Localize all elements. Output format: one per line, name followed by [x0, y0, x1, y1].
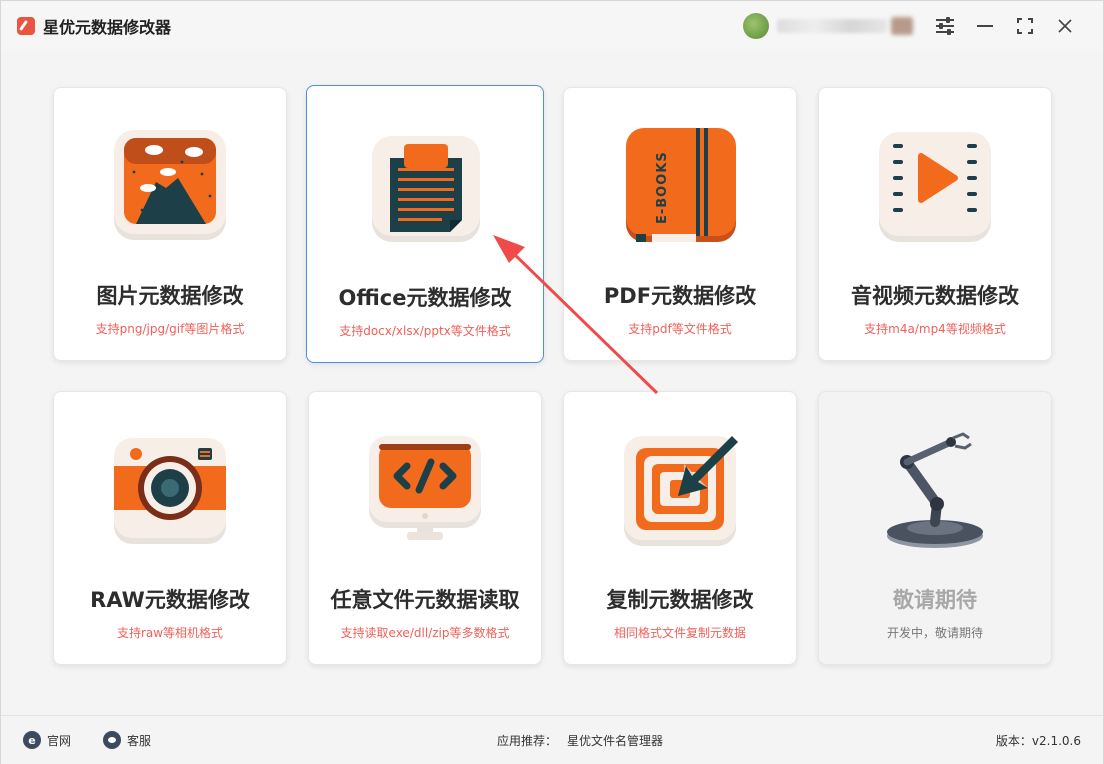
card-title: 敬请期待	[893, 588, 977, 612]
recommend-app-link[interactable]: 星优文件名管理器	[567, 732, 663, 749]
settings-button[interactable]	[925, 6, 965, 46]
camera-icon	[114, 438, 226, 544]
ebook-cover-text: E-BOOKS	[655, 151, 670, 224]
version-label: 版本：v2.1.0.6	[995, 733, 1081, 748]
card-subtitle: 相同格式文件复制元数据	[613, 626, 746, 640]
support-label: 客服	[127, 733, 152, 748]
card-subtitle: 开发中，敬请期待	[886, 626, 983, 640]
robot-arm-icon	[887, 432, 983, 548]
app-window: 星优元数据修改器 图片元数据修改 支持png/jpg/gif等图片格式 Offi…	[0, 0, 1104, 764]
card-office-metadata[interactable]: Office元数据修改 支持docx/xlsx/pptx等文件格式	[306, 85, 544, 363]
picture-icon	[114, 130, 226, 240]
card-subtitle: 支持docx/xlsx/pptx等文件格式	[339, 324, 511, 338]
card-copy-metadata[interactable]: 复制元数据修改 相同格式文件复制元数据	[563, 391, 797, 665]
card-subtitle: 支持raw等相机格式	[116, 626, 224, 640]
card-title: 任意文件元数据读取	[330, 588, 520, 612]
document-clipboard-icon	[372, 136, 480, 242]
card-image-metadata[interactable]: 图片元数据修改 支持png/jpg/gif等图片格式	[53, 87, 287, 361]
close-icon	[1058, 19, 1072, 33]
code-monitor-icon	[369, 436, 481, 540]
card-raw-metadata[interactable]: RAW元数据修改 支持raw等相机格式	[53, 391, 287, 665]
card-coming-soon: 敬请期待 开发中，敬请期待	[818, 391, 1052, 665]
card-title: 复制元数据修改	[606, 588, 754, 612]
close-button[interactable]	[1045, 6, 1085, 46]
card-title: RAW元数据修改	[90, 588, 250, 612]
title-bar-controls	[743, 1, 1085, 51]
card-subtitle: 支持pdf等文件格式	[628, 322, 732, 336]
card-title: Office元数据修改	[338, 286, 512, 310]
video-play-icon	[879, 132, 991, 242]
card-subtitle: 支持m4a/mp4等视频格式	[864, 322, 1006, 336]
copy-target-icon	[624, 436, 738, 546]
card-subtitle: 支持png/jpg/gif等图片格式	[95, 322, 245, 336]
title-bar: 星优元数据修改器	[1, 1, 1103, 51]
ebook-icon: E-BOOKS	[626, 128, 736, 242]
maximize-icon	[1017, 18, 1033, 34]
minimize-icon	[977, 25, 993, 27]
user-avatar[interactable]	[743, 13, 769, 39]
app-title: 星优元数据修改器	[43, 18, 172, 37]
maximize-button[interactable]	[1005, 6, 1045, 46]
card-subtitle: 支持读取exe/dll/zip等多数格式	[340, 626, 510, 640]
website-label: 官网	[47, 733, 72, 748]
support-link[interactable]: 客服	[103, 730, 151, 750]
chat-bubble-icon	[103, 731, 121, 749]
footer-bar: e 官网 客服 应用推荐： 星优文件名管理器 版本：v2.1.0.6	[1, 715, 1103, 764]
ie-globe-icon: e	[23, 731, 41, 749]
user-badge-blurred	[891, 17, 913, 35]
username-blurred[interactable]	[777, 19, 887, 33]
card-title: 音视频元数据修改	[851, 284, 1019, 308]
card-title: 图片元数据修改	[96, 284, 244, 308]
card-any-file-read[interactable]: 任意文件元数据读取 支持读取exe/dll/zip等多数格式	[308, 391, 542, 665]
card-title: PDF元数据修改	[603, 284, 757, 308]
recommend-label: 应用推荐：	[497, 733, 558, 748]
website-link[interactable]: e 官网	[23, 730, 71, 750]
app-logo-icon	[17, 17, 35, 35]
sliders-icon	[936, 17, 954, 35]
card-pdf-metadata[interactable]: E-BOOKS PDF元数据修改 支持pdf等文件格式	[563, 87, 797, 361]
app-recommendation: 应用推荐： 星优文件名管理器	[497, 730, 663, 750]
card-av-metadata[interactable]: 音视频元数据修改 支持m4a/mp4等视频格式	[818, 87, 1052, 361]
minimize-button[interactable]	[965, 6, 1005, 46]
